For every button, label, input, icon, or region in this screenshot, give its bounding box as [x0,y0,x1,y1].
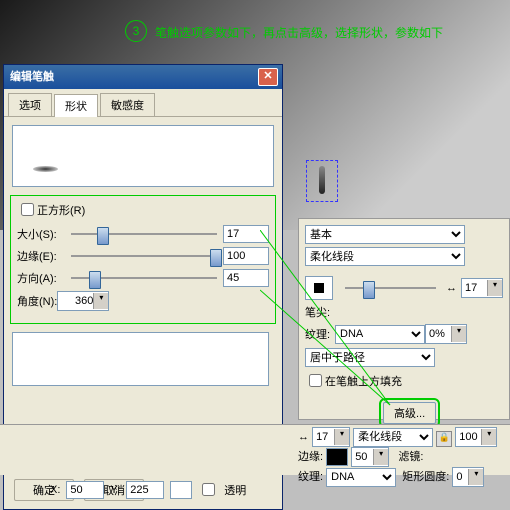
filter-label: 滤镜: [398,451,423,463]
tip-label: 笔尖: [305,304,335,320]
fill-above-checkbox[interactable] [309,374,322,387]
edge-label: 边缘(E): [17,248,65,264]
size-label: 大小(S): [17,226,65,242]
softline-combo[interactable]: 柔化线段 [305,247,465,266]
tip-size-spinner[interactable]: 17▾ [461,278,503,298]
texture-combo[interactable]: DNA [335,325,425,344]
angle-spinner[interactable]: 360▾ [57,291,109,311]
tab-options[interactable]: 选项 [8,93,52,116]
center-combo[interactable]: 居中于路径 [305,348,435,367]
bottom-edge-spinner[interactable]: 50▾ [351,447,389,467]
bottom-size-spinner[interactable]: 17▾ [312,427,350,447]
stroke-preview [12,125,274,187]
step-number: 3 [125,20,147,42]
dialog-title: 编辑笔触 [10,71,54,83]
rect-roundness-label: 矩形圆度: [402,471,449,483]
direction-slider[interactable] [71,269,217,287]
step-text: 笔触选项参数如下，再点击高级，选择形状，参数如下 [155,24,443,41]
edge-input[interactable] [223,247,269,265]
chevron-down-icon[interactable]: ▾ [93,293,108,309]
y-input[interactable] [126,481,164,499]
transparent-checkbox[interactable] [202,483,215,496]
angle-label: 角度(N): [17,293,57,309]
close-icon[interactable]: ✕ [258,68,278,86]
x-input[interactable] [66,481,104,499]
edge-color-swatch[interactable] [326,448,348,466]
advanced-button[interactable]: 高级... [383,402,436,424]
color-swatch[interactable] [170,481,192,499]
bottom-edge-label: 边缘: [298,451,323,463]
square-label: 正方形(R) [37,202,85,218]
size-input[interactable] [223,225,269,243]
shape-params-group: 正方形(R) 大小(S): 边缘(E): 方向(A): 角度(N): 360▾ [10,195,276,324]
edge-slider[interactable] [71,247,217,265]
tip-slider[interactable] [345,279,436,297]
bottom-style-combo[interactable]: 柔化线段 [353,428,433,447]
bottom-texture-combo[interactable]: DNA [326,468,396,487]
bottom-texture-label: 纹理: [298,471,323,483]
direction-input[interactable] [223,269,269,287]
dialog-titlebar[interactable]: 编辑笔触 ✕ [4,65,282,89]
lock-icon[interactable]: 🔒 [436,431,452,447]
direction-label: 方向(A): [17,270,65,286]
tab-sensitivity[interactable]: 敏感度 [100,93,155,116]
size-slider[interactable] [71,225,217,243]
texture-pct-spinner[interactable]: 0%▾ [425,324,467,344]
basic-combo[interactable]: 基本 [305,225,465,244]
notes-textarea[interactable] [12,332,269,386]
transparent-label: 透明 [224,482,246,498]
tab-shape[interactable]: 形状 [54,94,98,117]
texture-label: 纹理: [305,326,335,342]
brush-sample-icon[interactable] [305,276,333,300]
stroke-panel: 基本 柔化线段 ↔ 17▾ 笔尖: 纹理:DNA 0%▾ 居中于路径 在笔触上方… [298,218,510,420]
bottom-opacity-spinner[interactable]: 100▾ [455,427,497,447]
rect-roundness-spinner[interactable]: 0▾ [452,467,484,487]
fill-above-label: 在笔触上方填充 [325,373,402,389]
brush-preview-icon [306,160,338,202]
square-checkbox[interactable] [21,203,34,216]
